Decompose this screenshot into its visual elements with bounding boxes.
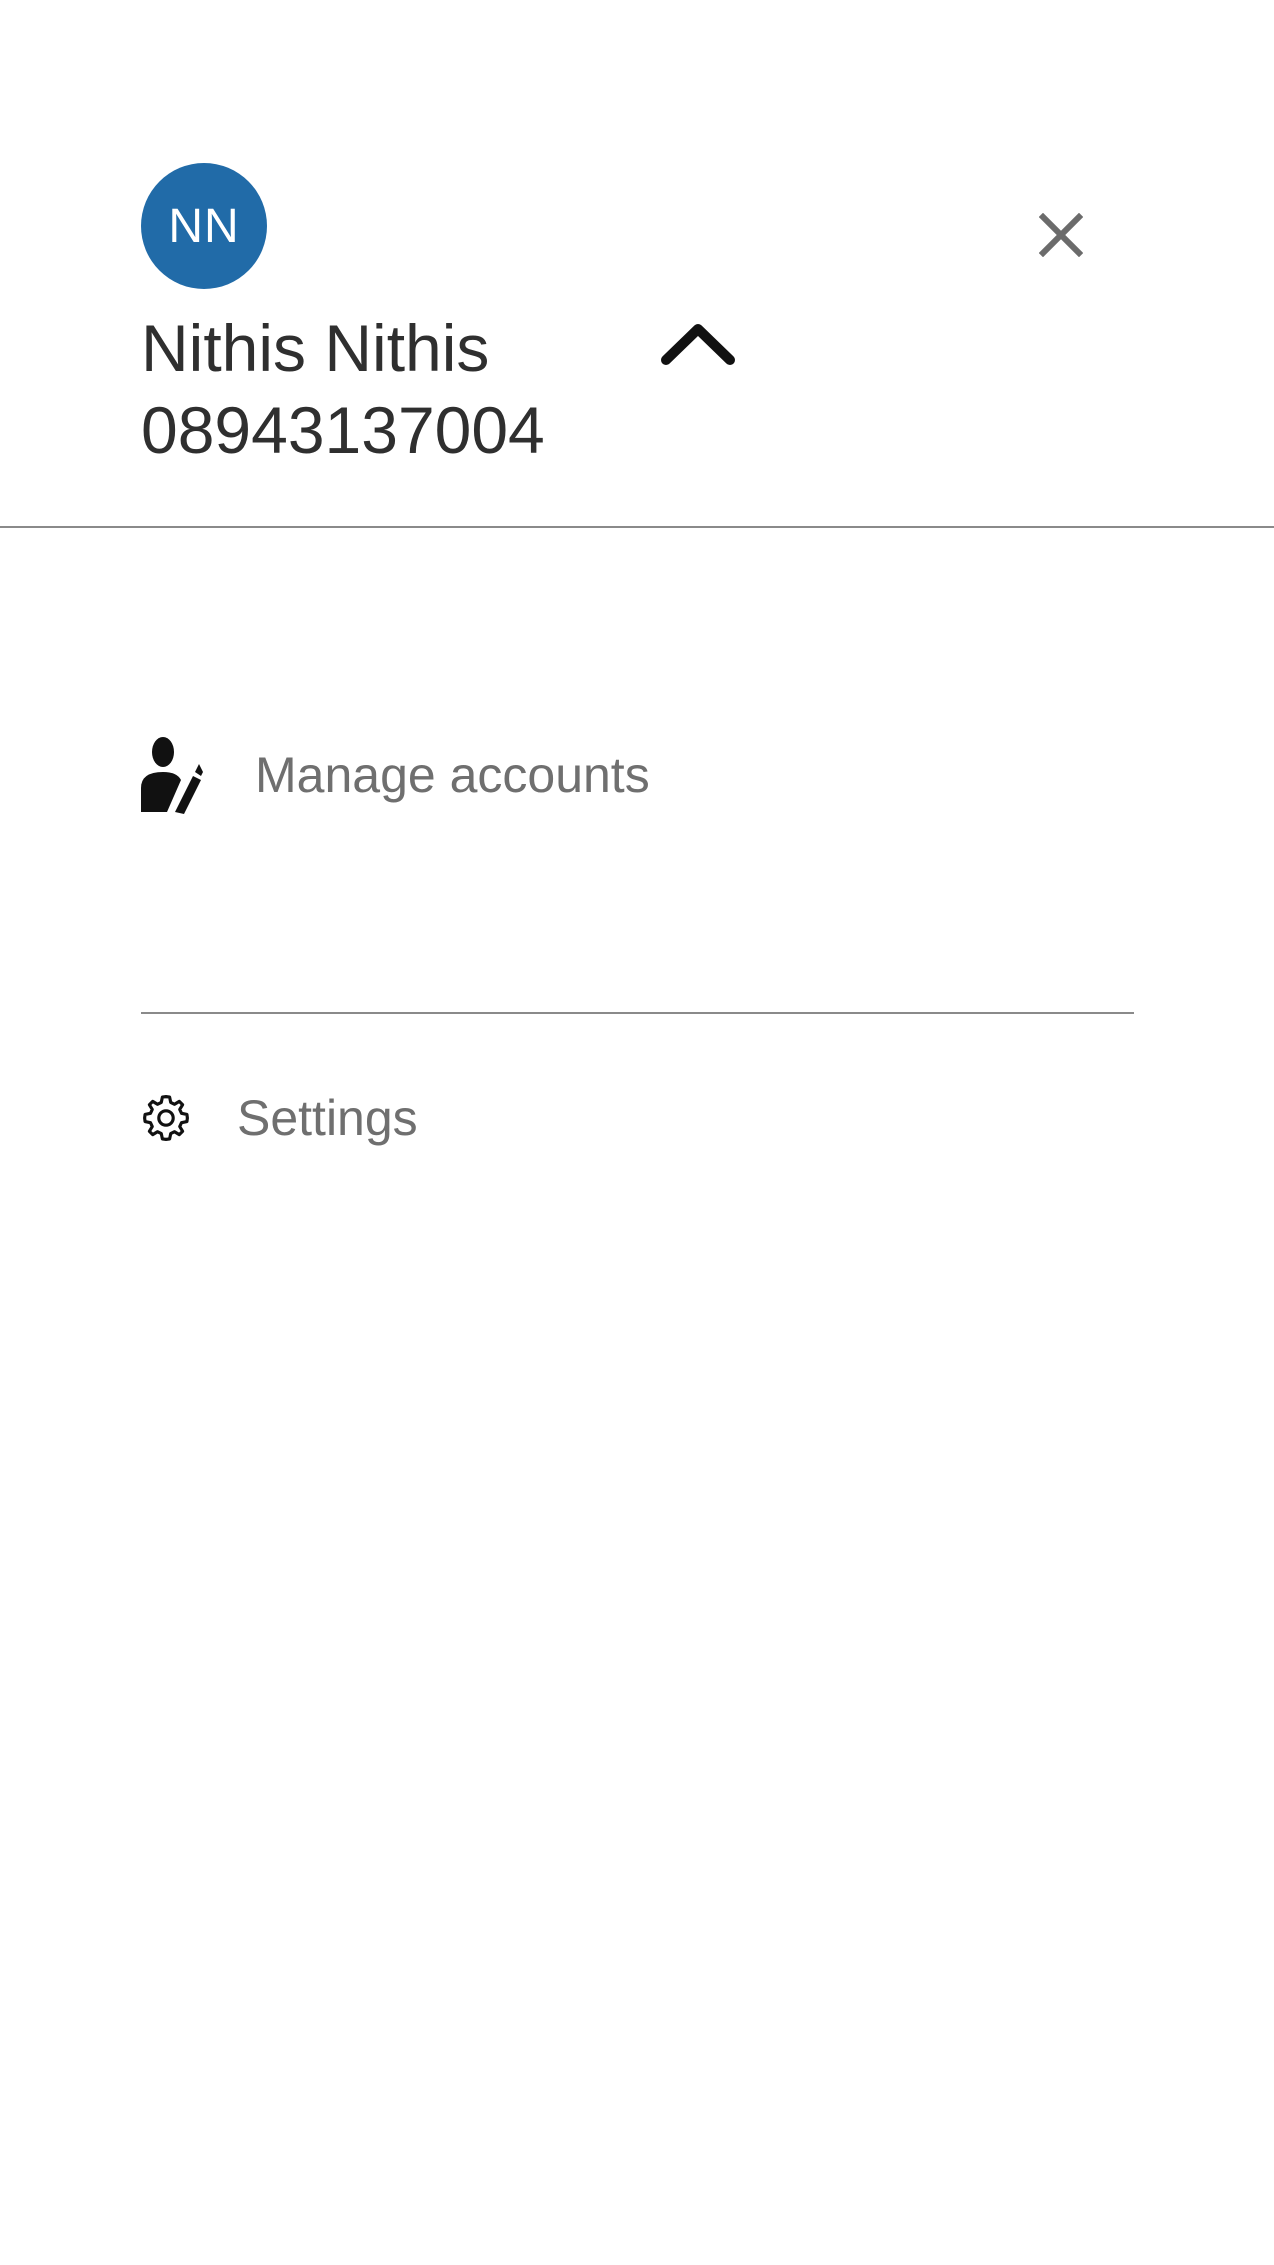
close-button[interactable]: [1028, 202, 1094, 268]
close-icon: [1039, 213, 1083, 257]
manage-accounts-item[interactable]: Manage accounts: [141, 712, 650, 838]
header-divider: [0, 526, 1274, 528]
gear-icon: [143, 1095, 189, 1141]
manage-accounts-icon: [141, 737, 203, 814]
settings-item[interactable]: Settings: [139, 1078, 418, 1158]
menu-divider: [141, 1012, 1134, 1014]
user-phone: 08943137004: [141, 393, 545, 467]
manage-accounts-label: Manage accounts: [255, 747, 650, 803]
account-expand-toggle[interactable]: [652, 310, 744, 378]
account-drawer: NN Nithis Nithis 08943137004 Manage acco…: [0, 0, 1274, 2265]
user-name: Nithis Nithis: [141, 311, 490, 385]
avatar: NN: [141, 163, 267, 289]
chevron-up-icon: [661, 324, 735, 365]
settings-label: Settings: [237, 1090, 418, 1146]
avatar-initials: NN: [168, 199, 240, 253]
